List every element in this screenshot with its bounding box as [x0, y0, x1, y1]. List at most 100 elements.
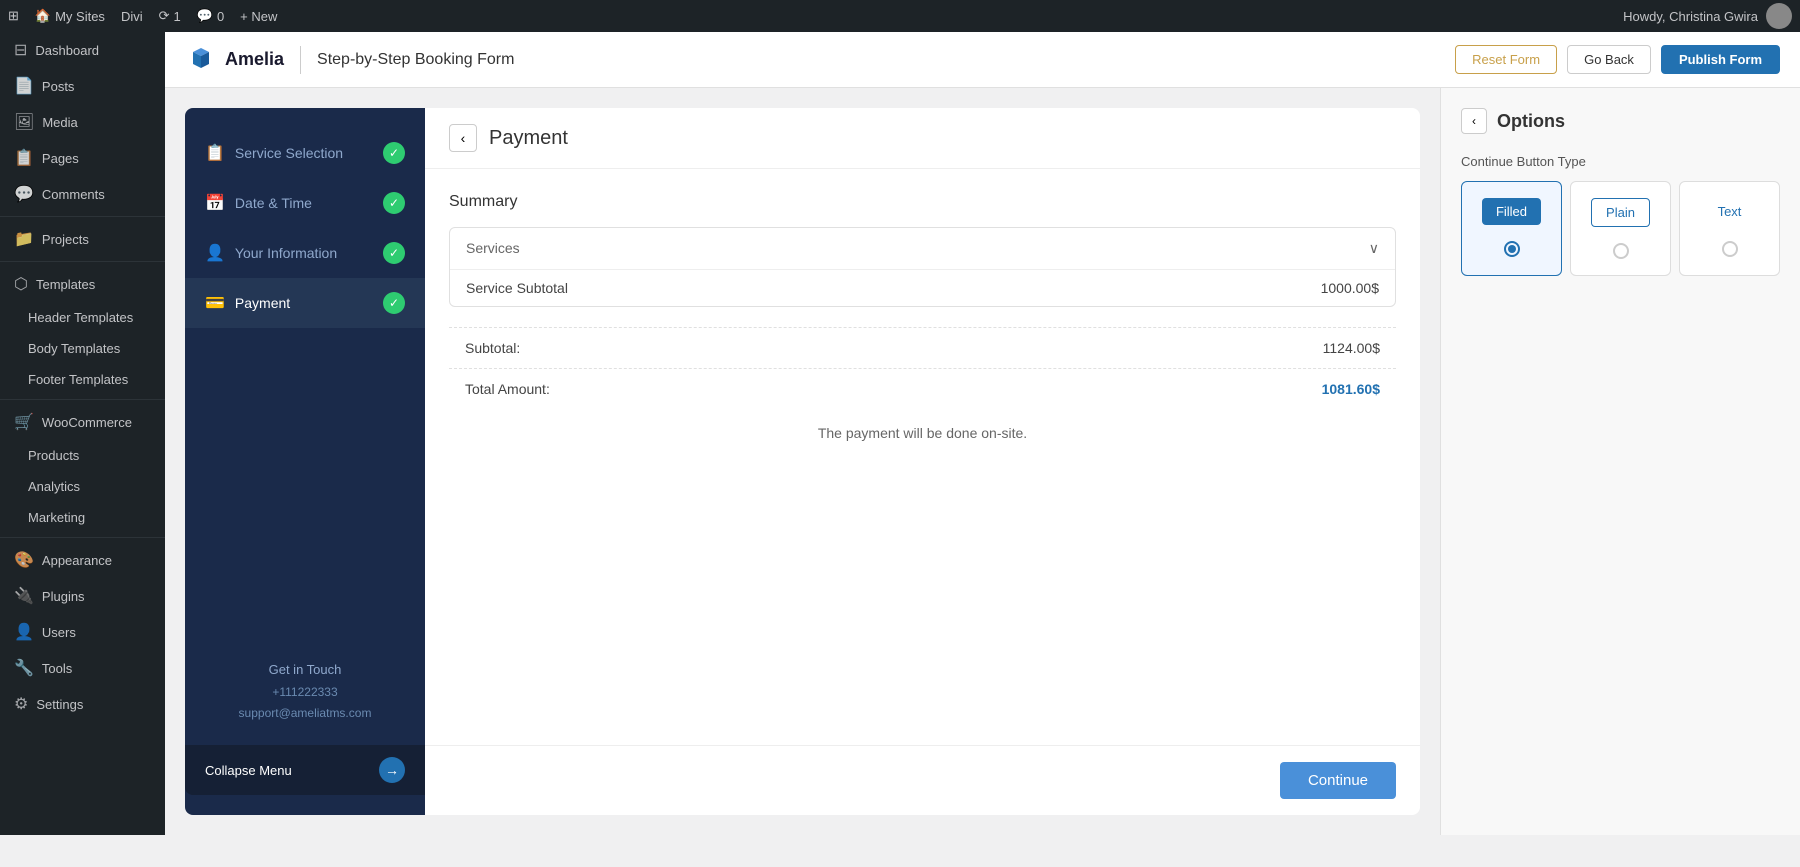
- my-sites-link[interactable]: 🏠 My Sites: [35, 8, 105, 24]
- admin-bar: ⊞ 🏠 My Sites Divi ⟳ 1 💬 0 + New Howdy, C…: [0, 0, 1800, 32]
- sidebar-item-users[interactable]: 👤 Users: [0, 614, 165, 650]
- collapse-menu-label: Collapse Menu: [205, 763, 292, 778]
- sidebar-item-footer-templates[interactable]: Footer Templates: [0, 364, 165, 395]
- tools-icon: 🔧: [14, 658, 34, 678]
- step-date-time[interactable]: 📅 Date & Time ✓: [185, 178, 425, 228]
- step-check-payment: ✓: [383, 292, 405, 314]
- sidebar-item-posts[interactable]: 📄 Posts: [0, 68, 165, 104]
- admin-bar-right: Howdy, Christina Gwira: [1623, 3, 1792, 29]
- options-panel: ‹ Options Continue Button Type Filled Pl…: [1440, 88, 1800, 835]
- sidebar-item-projects[interactable]: 📁 Projects: [0, 221, 165, 257]
- sidebar-item-pages[interactable]: 📋 Pages: [0, 140, 165, 176]
- services-dropdown-icon: ∨: [1369, 240, 1379, 257]
- amelia-logo: Amelia: [185, 44, 284, 76]
- publish-form-button[interactable]: Publish Form: [1661, 45, 1780, 74]
- service-subtotal-row: Service Subtotal 1000.00$: [450, 270, 1395, 306]
- sidebar-item-plugins[interactable]: 🔌 Plugins: [0, 578, 165, 614]
- sidebar-item-dashboard[interactable]: ⊟ Dashboard: [0, 32, 165, 68]
- filled-radio: [1504, 241, 1520, 257]
- divider-1: [0, 216, 165, 217]
- continue-button-type-label: Continue Button Type: [1461, 154, 1780, 169]
- contact-phone: +111222333: [205, 682, 405, 704]
- sidebar-item-settings[interactable]: ⚙ Settings: [0, 686, 165, 722]
- woocommerce-icon: 🛒: [14, 412, 34, 432]
- templates-icon: ⬡: [14, 274, 28, 294]
- reset-form-button[interactable]: Reset Form: [1455, 45, 1557, 74]
- settings-icon: ⚙: [14, 694, 28, 714]
- sidebar-item-templates[interactable]: ⬡ Templates: [0, 266, 165, 302]
- content-area: 📋 Service Selection ✓ 📅 Date & Time ✓ 👤 …: [165, 88, 1800, 835]
- appearance-icon: 🎨: [14, 550, 34, 570]
- form-panel-header: ‹ Payment: [425, 108, 1420, 169]
- get-in-touch-label: Get in Touch: [205, 658, 405, 681]
- step-check-service: ✓: [383, 142, 405, 164]
- amelia-logo-icon: [185, 44, 217, 76]
- sidebar-item-marketing[interactable]: Marketing: [0, 502, 165, 533]
- sidebar-item-tools[interactable]: 🔧 Tools: [0, 650, 165, 686]
- divider-4: [0, 537, 165, 538]
- comments-link[interactable]: 💬 0: [197, 8, 224, 24]
- step-check-info: ✓: [383, 242, 405, 264]
- comment-icon: 💬: [197, 8, 213, 24]
- sidebar-item-body-templates[interactable]: Body Templates: [0, 333, 165, 364]
- button-type-text[interactable]: Text: [1679, 181, 1780, 276]
- step-service-selection[interactable]: 📋 Service Selection ✓: [185, 128, 425, 178]
- payment-back-button[interactable]: ‹: [449, 124, 477, 152]
- howdy-text: Howdy, Christina Gwira: [1623, 9, 1758, 24]
- divi-link[interactable]: Divi: [121, 9, 143, 24]
- plugins-icon: 🔌: [14, 586, 34, 606]
- amelia-logo-text: Amelia: [225, 49, 284, 70]
- subtotal-value: 1124.00$: [1323, 340, 1380, 356]
- header-divider: [300, 46, 301, 74]
- sidebar-item-appearance[interactable]: 🎨 Appearance: [0, 542, 165, 578]
- updates-link[interactable]: ⟳ 1: [159, 8, 181, 24]
- summary-title: Summary: [449, 193, 1396, 211]
- collapse-menu-bar[interactable]: Collapse Menu →: [185, 745, 425, 795]
- subtotal-row: Subtotal: 1124.00$: [449, 327, 1396, 368]
- sidebar-item-woocommerce[interactable]: 🛒 WooCommerce: [0, 404, 165, 440]
- options-back-button[interactable]: ‹: [1461, 108, 1487, 134]
- projects-icon: 📁: [14, 229, 34, 249]
- filled-preview: Filled: [1482, 198, 1541, 225]
- your-info-icon: 👤: [205, 243, 225, 263]
- total-value: 1081.60$: [1322, 381, 1380, 397]
- divider-2: [0, 261, 165, 262]
- date-time-icon: 📅: [205, 193, 225, 213]
- page-title: Step-by-Step Booking Form: [317, 51, 514, 69]
- house-icon: 🏠: [35, 8, 51, 24]
- avatar: [1766, 3, 1792, 29]
- options-title: Options: [1497, 111, 1565, 132]
- total-row: Total Amount: 1081.60$: [449, 368, 1396, 409]
- payment-note: The payment will be done on-site.: [449, 409, 1396, 457]
- media-icon: 🖼: [14, 112, 34, 132]
- service-subtotal-value: 1000.00$: [1321, 280, 1379, 296]
- header-actions: Reset Form Go Back Publish Form: [1455, 45, 1780, 74]
- button-type-grid: Filled Plain Text: [1461, 181, 1780, 276]
- chevron-left-icon: ‹: [1472, 114, 1476, 128]
- comments-icon: 💬: [14, 184, 34, 204]
- text-preview: Text: [1704, 198, 1756, 225]
- sidebar-item-analytics[interactable]: Analytics: [0, 471, 165, 502]
- wp-logo[interactable]: ⊞: [8, 8, 19, 24]
- step-your-information[interactable]: 👤 Your Information ✓: [185, 228, 425, 278]
- go-back-button[interactable]: Go Back: [1567, 45, 1651, 74]
- update-icon: ⟳: [159, 8, 170, 24]
- sidebar-item-products[interactable]: Products: [0, 440, 165, 471]
- service-subtotal-label: Service Subtotal: [466, 280, 568, 296]
- services-header: Services ∨: [450, 228, 1395, 270]
- sidebar-item-header-templates[interactable]: Header Templates: [0, 302, 165, 333]
- continue-button[interactable]: Continue: [1280, 762, 1396, 799]
- form-panel: ‹ Payment Summary Services ∨ Service Sub…: [425, 108, 1420, 815]
- subtotal-label: Subtotal:: [465, 340, 520, 356]
- step-payment[interactable]: 💳 Payment ✓: [185, 278, 425, 328]
- users-icon: 👤: [14, 622, 34, 642]
- button-type-filled[interactable]: Filled: [1461, 181, 1562, 276]
- sidebar-item-media[interactable]: 🖼 Media: [0, 104, 165, 140]
- plain-radio: [1613, 243, 1629, 259]
- sidebar-item-comments[interactable]: 💬 Comments: [0, 176, 165, 212]
- collapse-arrow-icon: →: [379, 757, 405, 783]
- page-header: Amelia Step-by-Step Booking Form Reset F…: [165, 32, 1800, 88]
- new-link[interactable]: + New: [240, 9, 277, 24]
- button-type-plain[interactable]: Plain: [1570, 181, 1671, 276]
- service-selection-icon: 📋: [205, 143, 225, 163]
